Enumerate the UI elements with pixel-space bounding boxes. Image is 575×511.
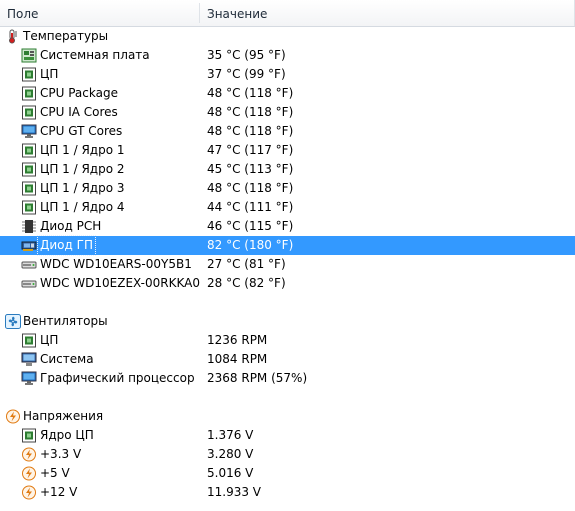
sensor-row[interactable]: CPU Package 48 °C (118 °F) bbox=[0, 84, 575, 103]
graphics-card-icon bbox=[21, 238, 37, 253]
sensor-name: ЦП 1 / Ядро 4 bbox=[40, 200, 125, 214]
sensor-value: 45 °C (113 °F) bbox=[207, 162, 294, 176]
cpu-chip-icon bbox=[21, 162, 37, 177]
motherboard-icon bbox=[21, 48, 37, 63]
sensor-name: ЦП 1 / Ядро 1 bbox=[40, 143, 125, 157]
hard-drive-icon bbox=[21, 276, 37, 291]
sensor-row[interactable]: +3.3 V 3.280 V bbox=[0, 445, 575, 464]
sensor-value: 1.376 V bbox=[207, 428, 254, 442]
sensor-row[interactable]: WDC WD10EZEX-00RKKA0 28 °C (82 °F) bbox=[0, 274, 575, 293]
cpu-chip-icon bbox=[21, 105, 37, 120]
voltage-icon bbox=[5, 409, 21, 424]
sensor-value: 37 °C (99 °F) bbox=[207, 67, 286, 81]
sensor-row[interactable]: +12 V 11.933 V bbox=[0, 483, 575, 502]
sensor-name: CPU IA Cores bbox=[40, 105, 118, 119]
group-label: Напряжения bbox=[23, 409, 104, 423]
group-header-0[interactable]: Температуры bbox=[0, 27, 575, 46]
sensor-value: 5.016 V bbox=[207, 466, 254, 480]
sensor-row[interactable]: Система 1084 RPM bbox=[0, 350, 575, 369]
sensor-value: 3.280 V bbox=[207, 447, 254, 461]
chip-icon bbox=[21, 219, 37, 234]
sensor-value: 44 °C (111 °F) bbox=[207, 200, 294, 214]
cpu-chip-icon bbox=[21, 143, 37, 158]
sensor-name: Система bbox=[40, 352, 94, 366]
sensor-row[interactable]: ЦП 1 / Ядро 3 48 °C (118 °F) bbox=[0, 179, 575, 198]
fan-icon bbox=[5, 314, 21, 329]
sensor-name: ЦП 1 / Ядро 3 bbox=[40, 181, 125, 195]
cpu-chip-icon bbox=[21, 181, 37, 196]
sensor-value: 47 °C (117 °F) bbox=[207, 143, 294, 157]
column-header: Поле Значение bbox=[0, 0, 575, 27]
sensor-name: +3.3 V bbox=[40, 447, 82, 461]
sensor-value: 28 °C (82 °F) bbox=[207, 276, 286, 290]
sensor-row[interactable]: Диод ГП 82 °C (180 °F) bbox=[0, 235, 575, 256]
sensor-value: 46 °C (115 °F) bbox=[207, 219, 294, 233]
sensor-name: Диод ГП bbox=[37, 235, 96, 256]
column-header-field[interactable]: Поле bbox=[7, 0, 197, 26]
column-header-value[interactable]: Значение bbox=[207, 0, 507, 26]
cpu-chip-icon bbox=[21, 67, 37, 82]
sensor-row[interactable]: CPU GT Cores 48 °C (118 °F) bbox=[0, 122, 575, 141]
sensor-name: CPU Package bbox=[40, 86, 118, 100]
sensor-row[interactable]: ЦП 1 / Ядро 2 45 °C (113 °F) bbox=[0, 160, 575, 179]
sensor-row[interactable]: Системная плата 35 °C (95 °F) bbox=[0, 46, 575, 65]
voltage-icon bbox=[21, 485, 37, 500]
sensor-value: 82 °C (180 °F) bbox=[207, 238, 294, 252]
sensor-name: CPU GT Cores bbox=[40, 124, 123, 138]
monitor-icon bbox=[21, 371, 37, 386]
sensor-row[interactable]: ЦП 1 / Ядро 1 47 °C (117 °F) bbox=[0, 141, 575, 160]
sensor-value: 48 °C (118 °F) bbox=[207, 181, 294, 195]
sensor-row[interactable]: CPU IA Cores 48 °C (118 °F) bbox=[0, 103, 575, 122]
sensor-name: WDC WD10EARS-00Y5B1 bbox=[40, 257, 192, 271]
sensor-value: 1236 RPM bbox=[207, 333, 268, 347]
sensor-row[interactable]: ЦП 1 / Ядро 4 44 °C (111 °F) bbox=[0, 198, 575, 217]
sensor-row[interactable]: ЦП 1236 RPM bbox=[0, 331, 575, 350]
computer-icon bbox=[21, 352, 37, 367]
sensor-row[interactable]: +5 V 5.016 V bbox=[0, 464, 575, 483]
sensor-value: 1084 RPM bbox=[207, 352, 268, 366]
sensor-value: 48 °C (118 °F) bbox=[207, 124, 294, 138]
voltage-icon bbox=[21, 447, 37, 462]
voltage-icon bbox=[21, 466, 37, 481]
group-label: Вентиляторы bbox=[23, 314, 108, 328]
sensor-name: +5 V bbox=[40, 466, 70, 480]
sensor-name: Диод PCH bbox=[40, 219, 102, 233]
sensor-value: 48 °C (118 °F) bbox=[207, 86, 294, 100]
sensor-name: ЦП bbox=[40, 333, 59, 347]
thermometer-icon bbox=[5, 29, 21, 44]
sensor-row[interactable]: ЦП 37 °C (99 °F) bbox=[0, 65, 575, 84]
sensor-row[interactable]: Ядро ЦП 1.376 V bbox=[0, 426, 575, 445]
cpu-chip-icon bbox=[21, 428, 37, 443]
sensor-value: 35 °C (95 °F) bbox=[207, 48, 286, 62]
sensor-name: Ядро ЦП bbox=[40, 428, 94, 442]
group-label: Температуры bbox=[23, 29, 109, 43]
monitor-icon bbox=[21, 124, 37, 139]
group-header-1[interactable]: Вентиляторы bbox=[0, 312, 575, 331]
cpu-chip-icon bbox=[21, 86, 37, 101]
sensor-value: 27 °C (81 °F) bbox=[207, 257, 286, 271]
cpu-chip-icon bbox=[21, 200, 37, 215]
hard-drive-icon bbox=[21, 257, 37, 272]
sensor-value: 48 °C (118 °F) bbox=[207, 105, 294, 119]
sensor-name: ЦП 1 / Ядро 2 bbox=[40, 162, 125, 176]
sensor-name: Системная плата bbox=[40, 48, 150, 62]
sensor-value: 2368 RPM (57%) bbox=[207, 371, 308, 385]
group-header-2[interactable]: Напряжения bbox=[0, 407, 575, 426]
sensor-name: +12 V bbox=[40, 485, 78, 499]
sensor-name: Графический процессор bbox=[40, 371, 195, 385]
sensor-row[interactable]: Графический процессор 2368 RPM (57%) bbox=[0, 369, 575, 388]
sensor-name: WDC WD10EZEX-00RKKA0 bbox=[40, 276, 200, 290]
sensor-row[interactable]: WDC WD10EARS-00Y5B1 27 °C (81 °F) bbox=[0, 255, 575, 274]
sensor-name: ЦП bbox=[40, 67, 59, 81]
cpu-chip-icon bbox=[21, 333, 37, 348]
sensor-row[interactable]: Диод PCH 46 °C (115 °F) bbox=[0, 217, 575, 236]
column-divider[interactable] bbox=[199, 3, 200, 23]
sensor-value: 11.933 V bbox=[207, 485, 262, 499]
